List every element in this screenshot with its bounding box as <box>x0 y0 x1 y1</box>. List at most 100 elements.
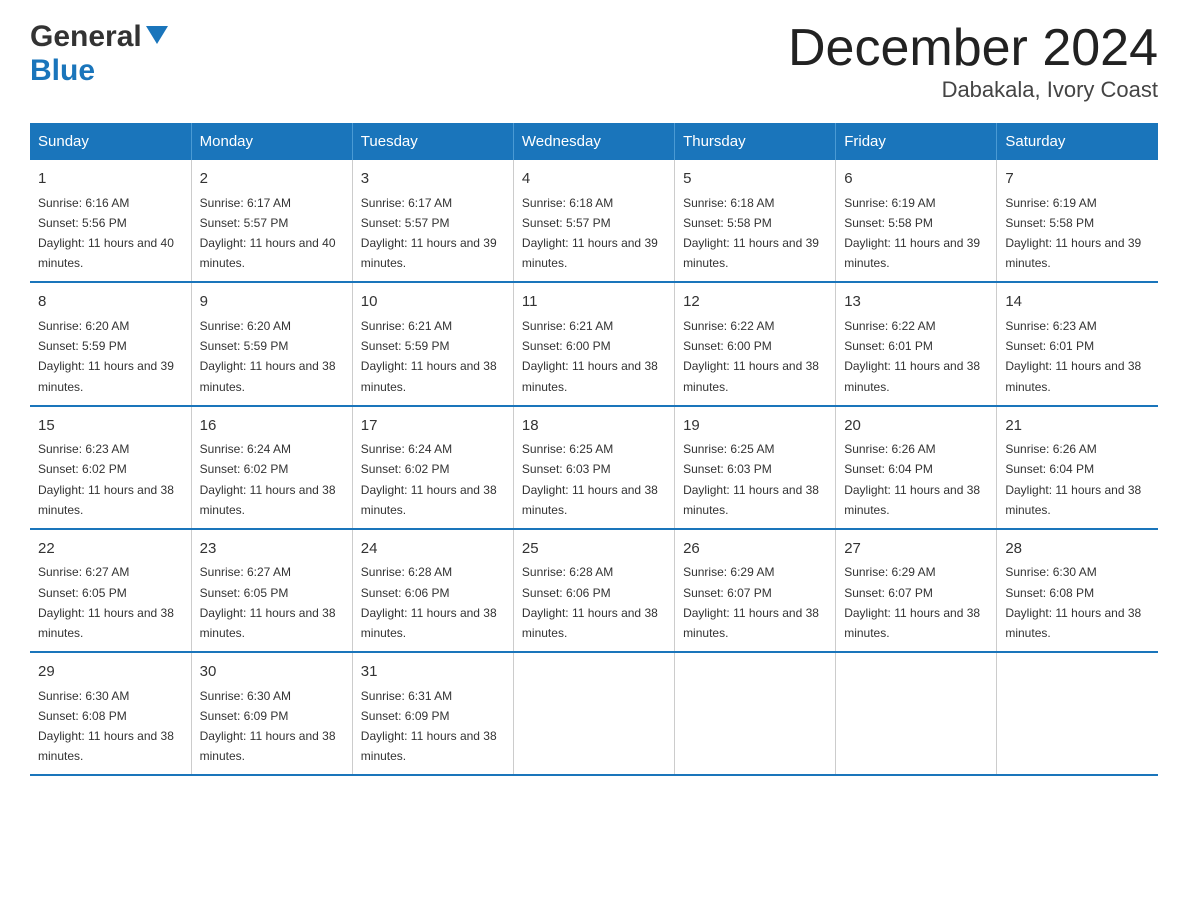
day-info: Sunrise: 6:20 AMSunset: 5:59 PMDaylight:… <box>200 319 336 394</box>
day-number: 28 <box>1005 538 1150 561</box>
day-number: 14 <box>1005 291 1150 314</box>
day-info: Sunrise: 6:16 AMSunset: 5:56 PMDaylight:… <box>38 196 174 271</box>
calendar-cell: 29 Sunrise: 6:30 AMSunset: 6:08 PMDaylig… <box>30 652 191 775</box>
day-info: Sunrise: 6:24 AMSunset: 6:02 PMDaylight:… <box>361 442 497 517</box>
day-info: Sunrise: 6:27 AMSunset: 6:05 PMDaylight:… <box>38 565 174 640</box>
header-wednesday: Wednesday <box>513 123 674 160</box>
day-number: 20 <box>844 415 988 438</box>
calendar-cell: 21 Sunrise: 6:26 AMSunset: 6:04 PMDaylig… <box>997 406 1158 529</box>
calendar-cell: 31 Sunrise: 6:31 AMSunset: 6:09 PMDaylig… <box>352 652 513 775</box>
page-header: General Blue December 2024 Dabakala, Ivo… <box>30 20 1158 103</box>
day-info: Sunrise: 6:27 AMSunset: 6:05 PMDaylight:… <box>200 565 336 640</box>
day-info: Sunrise: 6:21 AMSunset: 5:59 PMDaylight:… <box>361 319 497 394</box>
day-number: 30 <box>200 661 344 684</box>
calendar-cell: 30 Sunrise: 6:30 AMSunset: 6:09 PMDaylig… <box>191 652 352 775</box>
calendar-cell <box>836 652 997 775</box>
calendar-cell <box>997 652 1158 775</box>
day-number: 29 <box>38 661 183 684</box>
day-number: 9 <box>200 291 344 314</box>
day-info: Sunrise: 6:31 AMSunset: 6:09 PMDaylight:… <box>361 689 497 764</box>
logo-arrow-icon <box>146 26 168 49</box>
calendar-cell: 23 Sunrise: 6:27 AMSunset: 6:05 PMDaylig… <box>191 529 352 652</box>
day-number: 16 <box>200 415 344 438</box>
header-thursday: Thursday <box>675 123 836 160</box>
calendar-header-row: SundayMondayTuesdayWednesdayThursdayFrid… <box>30 123 1158 160</box>
calendar-cell: 2 Sunrise: 6:17 AMSunset: 5:57 PMDayligh… <box>191 160 352 282</box>
day-info: Sunrise: 6:22 AMSunset: 6:01 PMDaylight:… <box>844 319 980 394</box>
day-info: Sunrise: 6:30 AMSunset: 6:08 PMDaylight:… <box>1005 565 1141 640</box>
page-subtitle: Dabakala, Ivory Coast <box>788 77 1158 103</box>
header-tuesday: Tuesday <box>352 123 513 160</box>
calendar-cell: 8 Sunrise: 6:20 AMSunset: 5:59 PMDayligh… <box>30 282 191 405</box>
day-number: 25 <box>522 538 666 561</box>
day-number: 2 <box>200 168 344 191</box>
day-info: Sunrise: 6:18 AMSunset: 5:58 PMDaylight:… <box>683 196 819 271</box>
day-number: 19 <box>683 415 827 438</box>
day-info: Sunrise: 6:17 AMSunset: 5:57 PMDaylight:… <box>361 196 497 271</box>
calendar-cell <box>675 652 836 775</box>
calendar-week-5: 29 Sunrise: 6:30 AMSunset: 6:08 PMDaylig… <box>30 652 1158 775</box>
calendar-cell: 17 Sunrise: 6:24 AMSunset: 6:02 PMDaylig… <box>352 406 513 529</box>
day-number: 21 <box>1005 415 1150 438</box>
day-number: 27 <box>844 538 988 561</box>
day-number: 15 <box>38 415 183 438</box>
day-number: 6 <box>844 168 988 191</box>
day-number: 23 <box>200 538 344 561</box>
day-info: Sunrise: 6:26 AMSunset: 6:04 PMDaylight:… <box>844 442 980 517</box>
day-info: Sunrise: 6:19 AMSunset: 5:58 PMDaylight:… <box>1005 196 1141 271</box>
calendar-table: SundayMondayTuesdayWednesdayThursdayFrid… <box>30 123 1158 776</box>
calendar-cell: 25 Sunrise: 6:28 AMSunset: 6:06 PMDaylig… <box>513 529 674 652</box>
calendar-cell: 4 Sunrise: 6:18 AMSunset: 5:57 PMDayligh… <box>513 160 674 282</box>
calendar-cell: 10 Sunrise: 6:21 AMSunset: 5:59 PMDaylig… <box>352 282 513 405</box>
day-number: 24 <box>361 538 505 561</box>
day-number: 13 <box>844 291 988 314</box>
calendar-cell: 26 Sunrise: 6:29 AMSunset: 6:07 PMDaylig… <box>675 529 836 652</box>
day-number: 10 <box>361 291 505 314</box>
calendar-cell: 3 Sunrise: 6:17 AMSunset: 5:57 PMDayligh… <box>352 160 513 282</box>
day-info: Sunrise: 6:18 AMSunset: 5:57 PMDaylight:… <box>522 196 658 271</box>
calendar-cell: 27 Sunrise: 6:29 AMSunset: 6:07 PMDaylig… <box>836 529 997 652</box>
calendar-cell: 15 Sunrise: 6:23 AMSunset: 6:02 PMDaylig… <box>30 406 191 529</box>
day-number: 3 <box>361 168 505 191</box>
day-number: 5 <box>683 168 827 191</box>
calendar-cell: 7 Sunrise: 6:19 AMSunset: 5:58 PMDayligh… <box>997 160 1158 282</box>
day-info: Sunrise: 6:25 AMSunset: 6:03 PMDaylight:… <box>683 442 819 517</box>
day-info: Sunrise: 6:20 AMSunset: 5:59 PMDaylight:… <box>38 319 174 394</box>
logo: General Blue <box>30 20 168 88</box>
calendar-cell: 18 Sunrise: 6:25 AMSunset: 6:03 PMDaylig… <box>513 406 674 529</box>
day-number: 11 <box>522 291 666 314</box>
day-number: 26 <box>683 538 827 561</box>
day-info: Sunrise: 6:29 AMSunset: 6:07 PMDaylight:… <box>844 565 980 640</box>
day-number: 7 <box>1005 168 1150 191</box>
day-info: Sunrise: 6:23 AMSunset: 6:02 PMDaylight:… <box>38 442 174 517</box>
header-saturday: Saturday <box>997 123 1158 160</box>
day-info: Sunrise: 6:26 AMSunset: 6:04 PMDaylight:… <box>1005 442 1141 517</box>
calendar-cell: 24 Sunrise: 6:28 AMSunset: 6:06 PMDaylig… <box>352 529 513 652</box>
day-number: 22 <box>38 538 183 561</box>
day-info: Sunrise: 6:25 AMSunset: 6:03 PMDaylight:… <box>522 442 658 517</box>
calendar-cell: 9 Sunrise: 6:20 AMSunset: 5:59 PMDayligh… <box>191 282 352 405</box>
day-info: Sunrise: 6:30 AMSunset: 6:09 PMDaylight:… <box>200 689 336 764</box>
day-number: 1 <box>38 168 183 191</box>
calendar-week-1: 1 Sunrise: 6:16 AMSunset: 5:56 PMDayligh… <box>30 160 1158 282</box>
header-monday: Monday <box>191 123 352 160</box>
calendar-cell: 22 Sunrise: 6:27 AMSunset: 6:05 PMDaylig… <box>30 529 191 652</box>
day-info: Sunrise: 6:28 AMSunset: 6:06 PMDaylight:… <box>361 565 497 640</box>
day-info: Sunrise: 6:21 AMSunset: 6:00 PMDaylight:… <box>522 319 658 394</box>
logo-blue-text: Blue <box>30 54 95 87</box>
day-info: Sunrise: 6:29 AMSunset: 6:07 PMDaylight:… <box>683 565 819 640</box>
title-block: December 2024 Dabakala, Ivory Coast <box>788 20 1158 103</box>
logo-general-text: General <box>30 20 142 54</box>
day-number: 4 <box>522 168 666 191</box>
day-number: 18 <box>522 415 666 438</box>
header-sunday: Sunday <box>30 123 191 160</box>
day-number: 17 <box>361 415 505 438</box>
day-number: 31 <box>361 661 505 684</box>
day-info: Sunrise: 6:28 AMSunset: 6:06 PMDaylight:… <box>522 565 658 640</box>
calendar-cell: 11 Sunrise: 6:21 AMSunset: 6:00 PMDaylig… <box>513 282 674 405</box>
day-info: Sunrise: 6:24 AMSunset: 6:02 PMDaylight:… <box>200 442 336 517</box>
day-info: Sunrise: 6:17 AMSunset: 5:57 PMDaylight:… <box>200 196 336 271</box>
page-title: December 2024 <box>788 20 1158 77</box>
header-friday: Friday <box>836 123 997 160</box>
calendar-cell: 19 Sunrise: 6:25 AMSunset: 6:03 PMDaylig… <box>675 406 836 529</box>
